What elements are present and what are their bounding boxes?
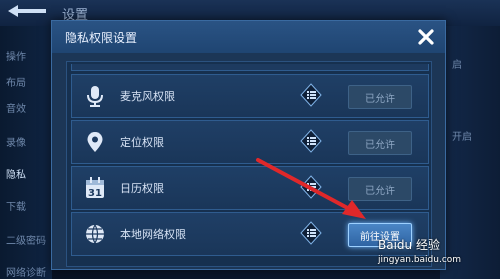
watermark-logo: Baidu 经验	[378, 238, 440, 252]
watermark-url: jingyan.baidu.com	[378, 255, 462, 265]
